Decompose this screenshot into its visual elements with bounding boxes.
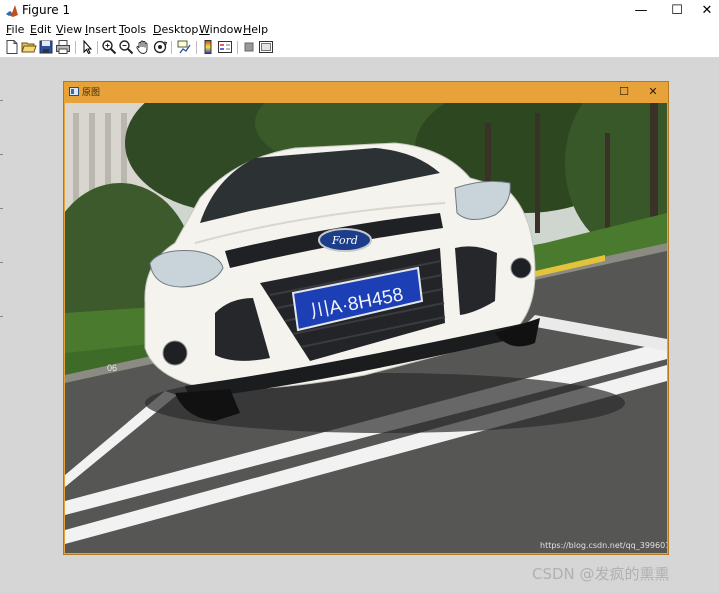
- csdn-watermark: CSDN @发疯的熏熏: [532, 565, 670, 583]
- menu-help[interactable]: Help: [243, 22, 268, 38]
- car-photo: 06 Ford 川A·8H458 https://blog.csdn.net/q…: [65, 103, 667, 553]
- new-file-icon[interactable]: [4, 39, 20, 55]
- colorbar-icon[interactable]: [200, 39, 216, 55]
- toolbar-separator: [75, 41, 76, 54]
- parking-number: 06: [107, 363, 117, 373]
- menu-view[interactable]: View: [56, 22, 82, 38]
- figure-toolbar: [0, 38, 719, 58]
- image-window-title-bar: 原图 ☐ ✕: [64, 82, 668, 102]
- show-plot-tools-icon[interactable]: [258, 39, 274, 55]
- window-title: Figure 1: [22, 3, 71, 17]
- image-window-title: 原图: [82, 88, 101, 98]
- hide-plot-tools-icon[interactable]: [241, 39, 257, 55]
- menu-desktop[interactable]: Desktop: [153, 22, 198, 38]
- save-icon[interactable]: [38, 39, 54, 55]
- image-window-close-button[interactable]: ✕: [640, 82, 666, 102]
- close-button[interactable]: ✕: [689, 0, 719, 22]
- window-title-bar: Figure 1 — ☐ ✕: [0, 0, 719, 22]
- pan-hand-icon[interactable]: [135, 39, 151, 55]
- image-window[interactable]: 原图 ☐ ✕ 06 Ford 川A·8H458 https://blog.csd…: [63, 81, 669, 555]
- rotate-3d-icon[interactable]: [152, 39, 168, 55]
- car-photo-drawing: 06 Ford 川A·8H458: [65, 103, 667, 553]
- menu-tools[interactable]: Tools: [119, 22, 146, 38]
- menu-edit[interactable]: Edit: [30, 22, 51, 38]
- open-folder-icon[interactable]: [21, 39, 37, 55]
- menu-insert[interactable]: Insert: [85, 22, 117, 38]
- zoom-out-icon[interactable]: [118, 39, 134, 55]
- image-window-icon: [69, 87, 79, 96]
- matlab-logo-icon: [6, 5, 18, 17]
- print-icon[interactable]: [55, 39, 71, 55]
- pointer-icon[interactable]: [79, 39, 95, 55]
- image-window-maximize-button[interactable]: ☐: [611, 82, 637, 102]
- minimize-button[interactable]: —: [623, 0, 659, 22]
- menu-bar: File Edit View Insert Tools Desktop Wind…: [0, 22, 719, 38]
- toolbar-separator: [237, 41, 238, 54]
- ford-logo-text: Ford: [331, 234, 358, 247]
- data-cursor-icon[interactable]: [176, 39, 192, 55]
- menu-file[interactable]: File: [6, 22, 24, 38]
- legend-icon[interactable]: [217, 39, 233, 55]
- menu-window[interactable]: Window: [199, 22, 242, 38]
- toolbar-separator: [97, 41, 98, 54]
- toolbar-separator: [171, 41, 172, 54]
- toolbar-separator: [196, 41, 197, 54]
- photo-watermark: https://blog.csdn.net/qq_39960119: [540, 541, 667, 550]
- zoom-in-icon[interactable]: [101, 39, 117, 55]
